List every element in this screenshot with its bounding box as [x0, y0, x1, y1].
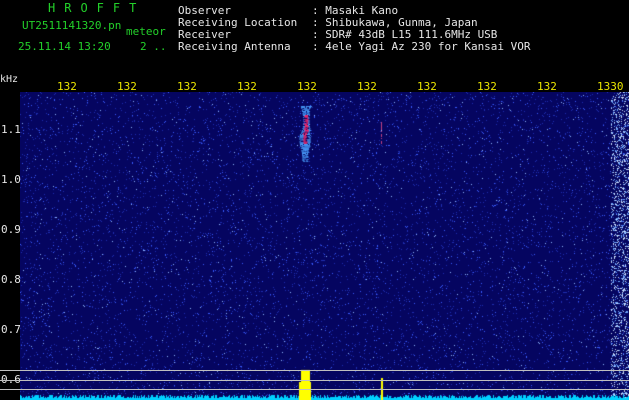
app-title: HROFFT [48, 1, 146, 15]
frequency-tick: 0.7 [1, 323, 21, 336]
spectrogram-canvas [20, 92, 629, 400]
event-count-label: 2 .. [140, 40, 167, 53]
filename-label: UT2511141320.pn [22, 19, 122, 32]
datetime-label: 25.11.14 13:20 [18, 40, 111, 53]
frequency-tick: 1.0 [1, 173, 21, 186]
frequency-tick: 0.9 [1, 223, 21, 236]
spectrogram-display [20, 92, 629, 400]
header-panel: HROFFT UT2511141320.pn meteor 25.11.14 1… [0, 0, 629, 78]
antenna-label: Receiving Antenna [178, 40, 291, 53]
frequency-tick: 1.1 [1, 123, 21, 136]
event-type-label: meteor [126, 25, 166, 38]
reference-line-middle [0, 380, 629, 381]
frequency-tick: 0.8 [1, 273, 21, 286]
antenna-value: : 4ele Yagi Az 230 for Kansai VOR [312, 40, 531, 53]
reference-line-upper [0, 370, 629, 371]
reference-line-lower [0, 389, 629, 390]
frequency-unit-label: kHz [0, 74, 19, 85]
